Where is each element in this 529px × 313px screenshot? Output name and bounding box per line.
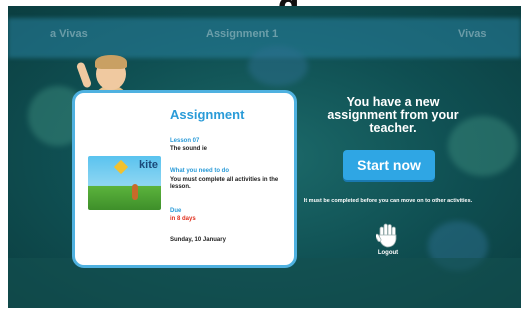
due-countdown: in 8 days	[170, 216, 196, 222]
background-label-right: Vivas	[458, 28, 487, 40]
lesson-sound: The sound ie	[170, 146, 208, 152]
logout-button[interactable]: Logout	[368, 218, 408, 260]
lesson-label: Lesson 07	[170, 138, 200, 144]
assignment-card: Assignment kite Lesson 07 The sound ie W…	[72, 90, 297, 268]
task-description: You must complete all activities in the …	[170, 177, 279, 190]
start-now-button[interactable]: Start now	[343, 150, 435, 180]
character-illustration	[132, 184, 138, 200]
thumbnail-word: kite	[139, 159, 158, 171]
background-label-mid: Assignment 1	[206, 28, 279, 40]
background-label-left: a Vivas	[50, 28, 88, 40]
due-date: Sunday, 10 January	[170, 237, 226, 243]
completion-note: It must be completed before you can move…	[303, 198, 473, 204]
task-label: What you need to do	[170, 168, 229, 174]
due-label: Due	[170, 208, 182, 214]
logout-label: Logout	[377, 249, 399, 256]
lesson-thumbnail: kite	[88, 156, 161, 210]
character-hair	[95, 55, 127, 69]
background-blob	[248, 46, 308, 86]
hand-icon	[376, 223, 397, 247]
assignment-headline: You have a new assignment from your teac…	[327, 95, 459, 135]
kite-illustration	[113, 159, 129, 175]
assignment-title: Assignment	[170, 107, 245, 122]
